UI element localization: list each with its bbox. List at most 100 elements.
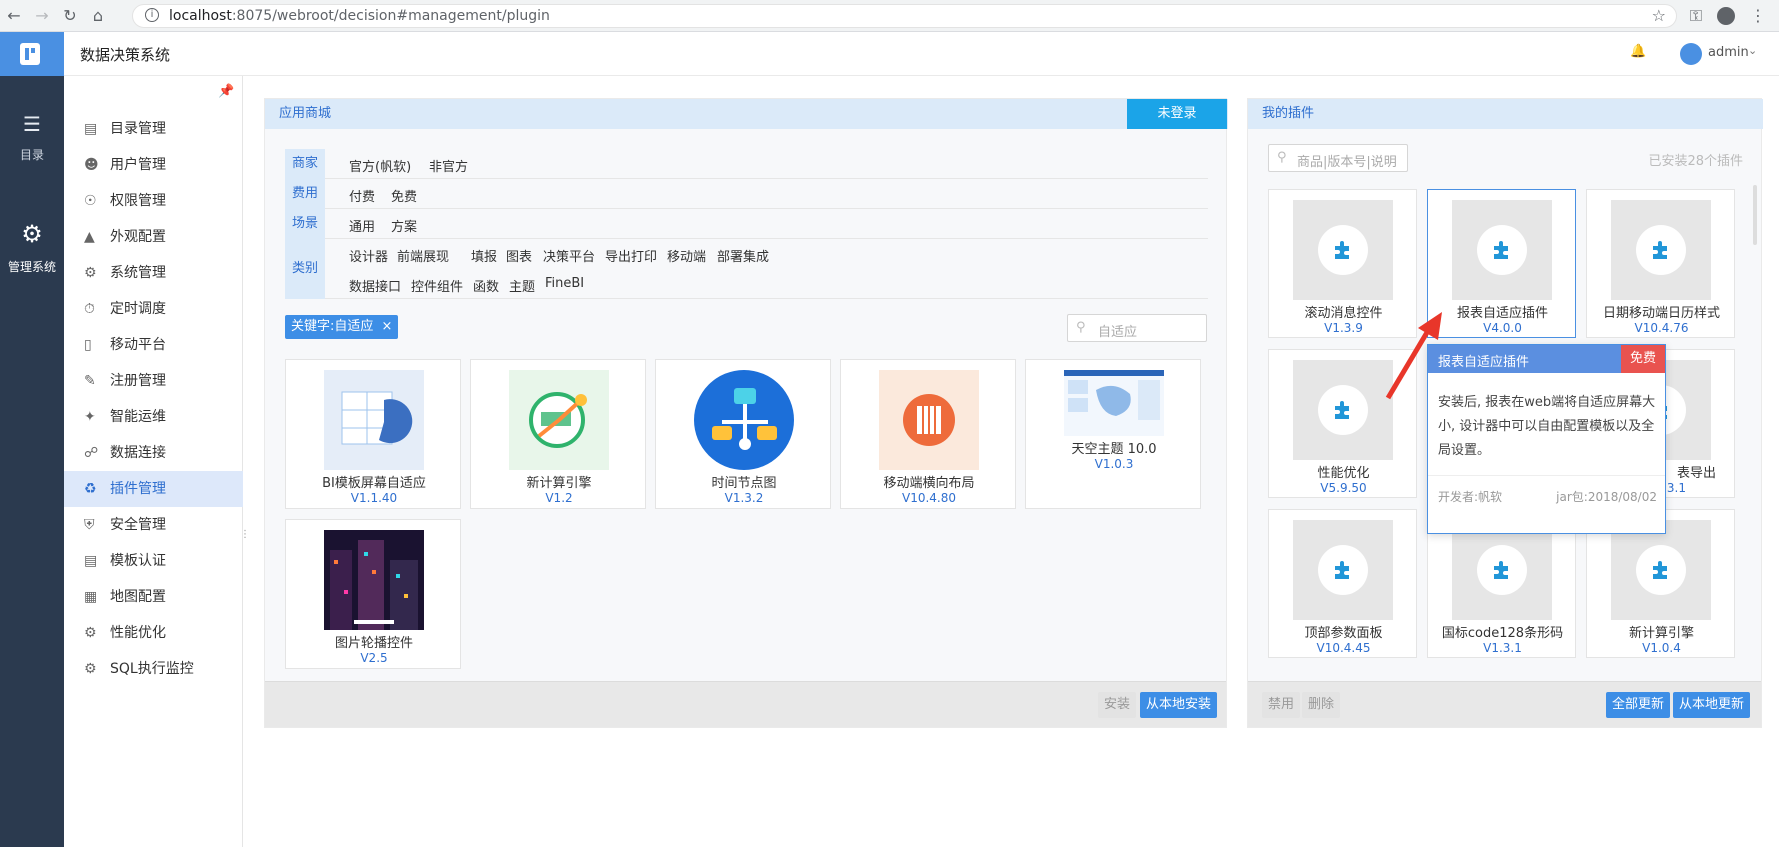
filter-cat-fill[interactable]: 填报 — [471, 246, 497, 265]
image-carousel-thumbnail — [324, 530, 424, 630]
url-text[interactable]: localhost:8075/webroot/decision#manageme… — [169, 8, 550, 24]
sidebar-item-data-connection[interactable]: ☍ 数据连接 — [64, 435, 243, 471]
store-card[interactable]: BI模板屏幕自适应 V1.1.40 — [285, 359, 461, 509]
home-icon[interactable]: ⌂ — [88, 6, 108, 26]
filter-unofficial[interactable]: 非官方 — [429, 156, 468, 175]
sidebar-item-sql-monitor[interactable]: ⚙ SQL执行监控 — [64, 651, 243, 687]
user-icon: ☻ — [84, 157, 99, 173]
username[interactable]: admin — [1708, 45, 1749, 60]
annotation-arrow-icon — [1385, 312, 1442, 400]
puzzle-icon — [1611, 520, 1711, 620]
map-icon: ▦ — [84, 589, 98, 605]
template-icon: ▤ — [84, 553, 98, 569]
filter-free[interactable]: 免费 — [391, 186, 417, 205]
login-button[interactable]: 未登录 — [1127, 99, 1227, 129]
delete-button[interactable]: 删除 — [1302, 692, 1341, 718]
sidebar-item-permissions[interactable]: ☉ 权限管理 — [64, 183, 243, 219]
top-header: 数据决策系统 🔔 admin ⌄ — [64, 32, 1779, 76]
avatar[interactable] — [1680, 43, 1702, 65]
filter-cat-mobile[interactable]: 移动端 — [667, 246, 706, 265]
bookmark-star-icon[interactable]: ☆ — [1652, 6, 1666, 25]
resize-handle[interactable]: ⋮ — [240, 529, 250, 540]
sidebar-item-security[interactable]: ⛨ 安全管理 — [64, 507, 243, 543]
profile-icon[interactable] — [1717, 7, 1735, 25]
disable-button[interactable]: 禁用 — [1262, 692, 1301, 718]
sidebar-item-register[interactable]: ✎ 注册管理 — [64, 363, 243, 399]
close-icon[interactable]: × — [382, 319, 393, 334]
search-icon: ⚲ — [1277, 150, 1287, 165]
filter-cat-designer[interactable]: 设计器 — [349, 246, 388, 265]
filter-cat-theme[interactable]: 主题 — [509, 276, 535, 295]
install-button[interactable]: 安装 — [1098, 692, 1137, 718]
filter-cat-decision[interactable]: 决策平台 — [543, 246, 595, 265]
sidebar-item-map[interactable]: ▦ 地图配置 — [64, 579, 243, 615]
sidebar-item-plugins[interactable]: ♻ 插件管理 — [64, 471, 243, 507]
bell-icon[interactable]: 🔔 — [1630, 44, 1646, 59]
store-search-input[interactable]: ⚲ 自适应 — [1067, 314, 1207, 342]
sidebar-item-performance[interactable]: ⚙ 性能优化 — [64, 615, 243, 651]
filter-cat-deploy[interactable]: 部署集成 — [717, 246, 769, 265]
plugin-search-input[interactable]: ⚲ 商品|版本号|说明 — [1268, 144, 1408, 172]
link-icon: ☍ — [84, 445, 99, 461]
filter-cat-function[interactable]: 函数 — [473, 276, 499, 295]
filter-solution[interactable]: 方案 — [391, 216, 417, 235]
rail-catalog[interactable]: ☰ 目录 — [0, 112, 64, 163]
shield-icon: ⛨ — [84, 517, 95, 533]
filter-general[interactable]: 通用 — [349, 216, 375, 235]
app-store-panel: 应用商城 未登录 商家 官方(帆软) 非官方 费用 付费 免费 场景 通用 方案… — [264, 98, 1228, 728]
store-card[interactable]: 新计算引擎 V1.2 — [470, 359, 646, 509]
sidebar-item-system[interactable]: ⚙ 系统管理 — [64, 255, 243, 291]
puzzle-icon — [1452, 520, 1552, 620]
store-card[interactable]: 时间节点图 V1.3.2 — [655, 359, 831, 509]
filter-cat-chart[interactable]: 图表 — [506, 246, 532, 265]
info-icon[interactable]: i — [145, 8, 159, 22]
tooltip-title: 报表自适应插件 — [1438, 355, 1530, 370]
pin-icon[interactable]: 📌 — [218, 84, 234, 99]
filter-cat-frontend[interactable]: 前端展现 — [397, 246, 449, 265]
logo-icon — [20, 43, 40, 65]
sidebar-item-schedule[interactable]: ⏱ 定时调度 — [64, 291, 243, 327]
store-card[interactable]: 图片轮播控件 V2.5 — [285, 519, 461, 669]
filter-cat-finebi[interactable]: FineBI — [545, 276, 584, 291]
sidebar-item-users[interactable]: ☻ 用户管理 — [64, 147, 243, 183]
store-card[interactable]: 天空主题 10.0 V1.0.3 — [1025, 359, 1201, 509]
rail-manage[interactable]: ⚙ 管理系统 — [0, 220, 64, 275]
filter-row-merchant: 官方(帆软) 非官方 — [325, 149, 1208, 179]
key-icon[interactable]: ⚿ — [1686, 6, 1706, 26]
tooltip-description: 安装后, 报表在web端将自适应屏幕大小, 设计器中可以自由配置模板以及全局设置… — [1438, 395, 1656, 458]
forward-icon[interactable]: → — [32, 6, 52, 26]
filter-cat-export[interactable]: 导出打印 — [605, 246, 657, 265]
address-bar[interactable]: i localhost:8075/webroot/decision#manage… — [132, 4, 1677, 28]
sidebar-item-ops[interactable]: ✦ 智能运维 — [64, 399, 243, 435]
filter-cat-widget[interactable]: 控件组件 — [411, 276, 463, 295]
mobile-layout-thumbnail — [879, 370, 979, 470]
local-install-button[interactable]: 从本地安装 — [1140, 692, 1218, 718]
scrollbar[interactable] — [1753, 185, 1757, 245]
filter-cat-data-api[interactable]: 数据接口 — [349, 276, 401, 295]
sidebar-item-catalog[interactable]: ▤ 目录管理 — [64, 111, 243, 147]
page-title: 数据决策系统 — [80, 46, 171, 64]
puzzle-icon — [1452, 200, 1552, 300]
sidebar-item-template-auth[interactable]: ▤ 模板认证 — [64, 543, 243, 579]
compute-engine-thumbnail — [509, 370, 609, 470]
sidebar-item-mobile[interactable]: ▯ 移动平台 — [64, 327, 243, 363]
plugin-card[interactable]: 顶部参数面板 V10.4.45 — [1268, 509, 1417, 658]
tooltip-jar-date: jar包:2018/08/02 — [1556, 490, 1657, 504]
update-all-button[interactable]: 全部更新 — [1606, 692, 1671, 718]
appearance-icon: ▲ — [84, 229, 95, 245]
sidebar-item-appearance[interactable]: ▲ 外观配置 — [64, 219, 243, 255]
store-title: 应用商城 — [265, 99, 1228, 129]
filter-official[interactable]: 官方(帆软) — [349, 156, 411, 175]
local-update-button[interactable]: 从本地更新 — [1673, 692, 1751, 718]
keyword-tag[interactable]: 关键字:自适应 × — [285, 315, 399, 339]
reload-icon[interactable]: ↻ — [60, 6, 80, 26]
store-footer: 安装 从本地安装 — [265, 681, 1226, 727]
store-card[interactable]: 移动端横向布局 V10.4.80 — [840, 359, 1016, 509]
list-icon: ☰ — [23, 112, 41, 136]
menu-dots-icon[interactable]: ⋮ — [1748, 6, 1768, 26]
plugin-card[interactable]: 日期移动端日历样式 V10.4.76 — [1586, 189, 1735, 338]
back-icon[interactable]: ← — [4, 6, 24, 26]
chevron-down-icon[interactable]: ⌄ — [1748, 44, 1757, 57]
bi-template-thumbnail — [324, 370, 424, 470]
filter-paid[interactable]: 付费 — [349, 186, 375, 205]
